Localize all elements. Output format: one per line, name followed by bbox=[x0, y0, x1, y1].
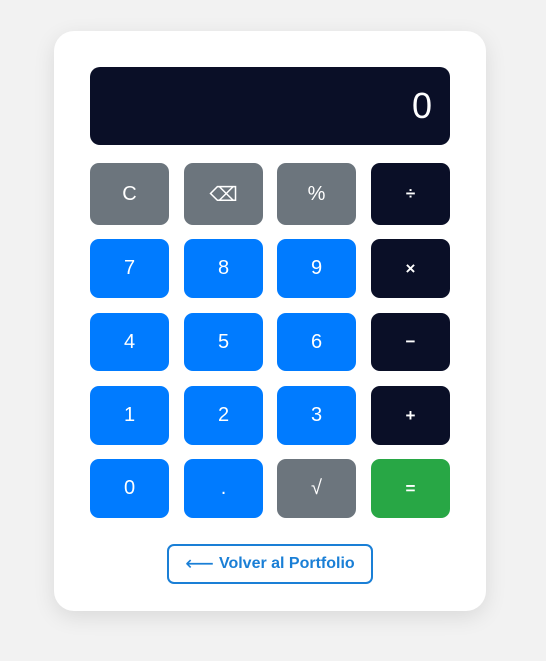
digit-4-button[interactable]: 4 bbox=[90, 313, 169, 371]
digit-0-button[interactable]: 0 bbox=[90, 459, 169, 518]
multiply-button[interactable]: × bbox=[371, 239, 450, 298]
digit-2-button[interactable]: 2 bbox=[184, 386, 263, 445]
backspace-button[interactable]: ⌫ bbox=[184, 163, 263, 225]
digit-7-button[interactable]: 7 bbox=[90, 239, 169, 298]
back-to-portfolio-link[interactable]: ⟵ Volver al Portfolio bbox=[167, 544, 373, 584]
calculator-card: 0 C ⌫ % ÷ 7 8 9 × 4 5 6 − 1 2 3 + 0 . √ … bbox=[54, 31, 486, 611]
clear-button[interactable]: C bbox=[90, 163, 169, 225]
decimal-button[interactable]: . bbox=[184, 459, 263, 518]
digit-6-button[interactable]: 6 bbox=[277, 313, 356, 371]
add-button[interactable]: + bbox=[371, 386, 450, 445]
sqrt-button[interactable]: √ bbox=[277, 459, 356, 518]
digit-1-button[interactable]: 1 bbox=[90, 386, 169, 445]
display-value: 0 bbox=[411, 85, 432, 126]
digit-3-button[interactable]: 3 bbox=[277, 386, 356, 445]
back-arrow-icon: ⟵ bbox=[185, 553, 214, 575]
calculator-display: 0 bbox=[90, 67, 450, 145]
divide-button[interactable]: ÷ bbox=[371, 163, 450, 225]
equals-button[interactable]: = bbox=[371, 459, 450, 518]
back-link-label: Volver al Portfolio bbox=[218, 555, 355, 572]
digit-8-button[interactable]: 8 bbox=[184, 239, 263, 298]
digit-5-button[interactable]: 5 bbox=[184, 313, 263, 371]
subtract-button[interactable]: − bbox=[371, 313, 450, 371]
percent-button[interactable]: % bbox=[277, 163, 356, 225]
digit-9-button[interactable]: 9 bbox=[277, 239, 356, 298]
